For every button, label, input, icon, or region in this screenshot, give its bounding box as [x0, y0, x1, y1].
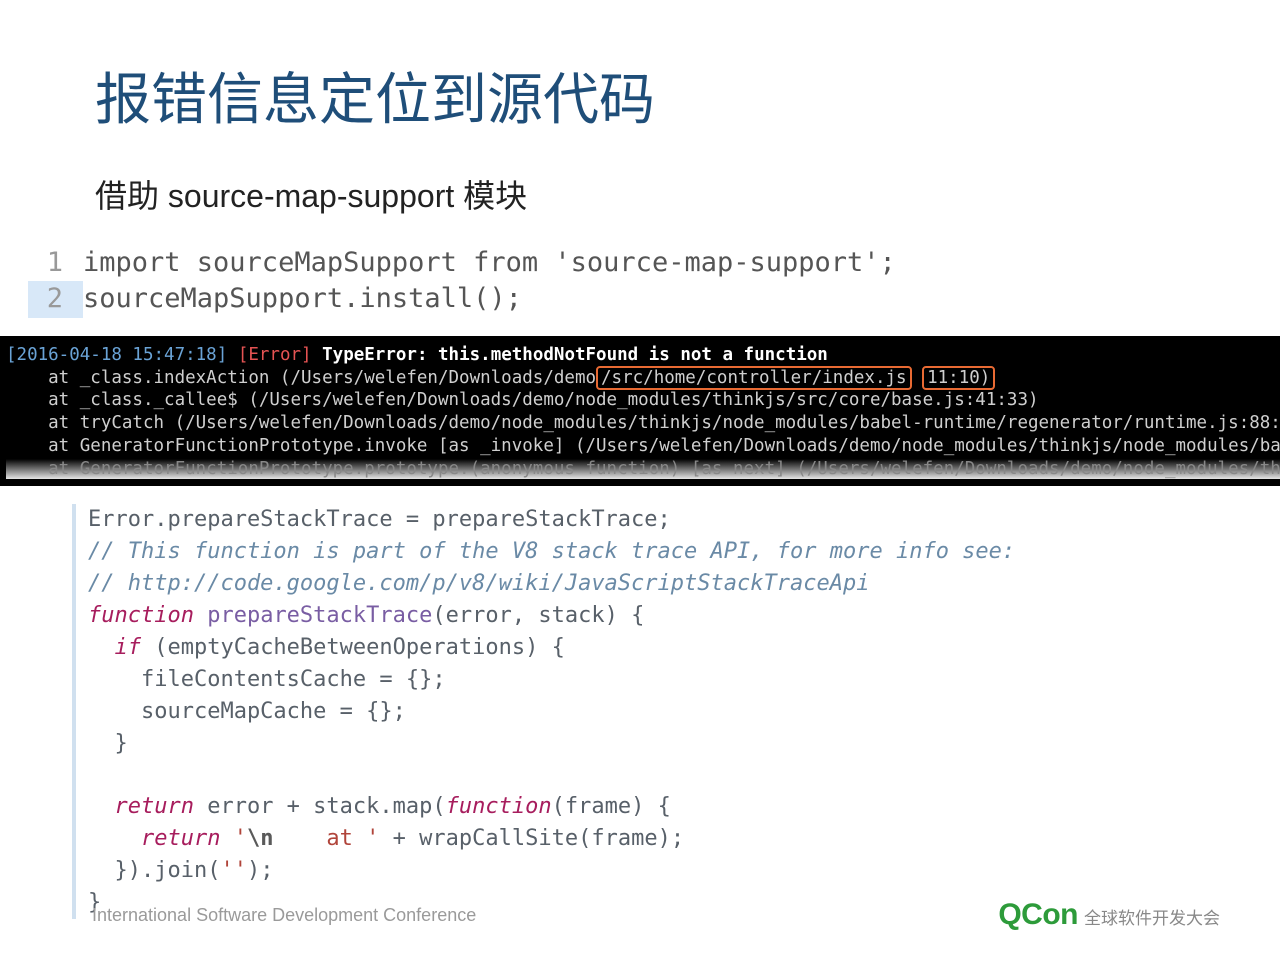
footer-brand: QCon 全球软件开发大会: [998, 898, 1220, 932]
keyword: function: [446, 794, 552, 819]
string-quote: ': [366, 826, 379, 851]
code-text: sourceMapSupport.install();: [83, 281, 522, 317]
slide-subtitle: 借助 source-map-support 模块: [0, 136, 1280, 217]
slide: 报错信息定位到源代码 借助 source-map-support 模块 1 im…: [0, 0, 1280, 960]
error-message: TypeError: this.methodNotFound is not a …: [322, 345, 828, 365]
comment-line: // http://code.google.com/p/v8/wiki/Java…: [88, 571, 869, 596]
string-literal: at: [273, 826, 366, 851]
code-text: [220, 826, 233, 851]
comment-line: // This function is part of the V8 stack…: [88, 539, 1015, 564]
code-text: }).join(: [88, 858, 220, 883]
highlighted-position: 11:10): [922, 366, 995, 390]
code-line-1: 1 import sourceMapSupport from 'source-m…: [28, 245, 1280, 281]
error-tag: [Error]: [238, 345, 312, 365]
timestamp: [2016-04-18 15:47:18]: [6, 345, 227, 365]
code-text: error + stack.map(: [194, 794, 446, 819]
import-code-block: 1 import sourceMapSupport from 'source-m…: [0, 245, 1280, 318]
highlighted-path: /src/home/controller/index.js: [596, 366, 912, 390]
stack-line-faded: at GeneratorFunctionPrototype.prototype.…: [6, 459, 1280, 479]
code-text: import sourceMapSupport from 'source-map…: [83, 245, 896, 281]
code-text: fileContentsCache = {};: [88, 667, 446, 692]
code-text: (frame) {: [552, 794, 671, 819]
code-text: );: [247, 858, 274, 883]
footer-conference-name: International Software Development Confe…: [92, 905, 476, 926]
string-literal: '': [220, 858, 247, 883]
stack-line: at tryCatch (/Users/welefen/Downloads/de…: [6, 413, 1280, 433]
code-text: Error.prepareStackTrace = prepareStackTr…: [88, 507, 671, 532]
keyword: function: [88, 603, 194, 628]
slide-footer: International Software Development Confe…: [92, 898, 1220, 932]
string-quote: ': [234, 826, 247, 851]
stack-line: at GeneratorFunctionPrototype.invoke [as…: [6, 436, 1280, 456]
line-number: 2: [28, 281, 83, 317]
source-code-block: Error.prepareStackTrace = prepareStackTr…: [72, 504, 1280, 919]
code-text: + wrapCallSite(frame);: [379, 826, 684, 851]
function-name: prepareStackTrace: [194, 603, 432, 628]
stack-line: at _class._callee$ (/Users/welefen/Downl…: [6, 390, 1039, 410]
escape-char: \n: [247, 826, 274, 851]
code-text: }: [88, 731, 128, 756]
keyword: return: [88, 826, 220, 851]
keyword: return: [88, 794, 194, 819]
terminal-output: [2016-04-18 15:47:18] [Error] TypeError:…: [0, 336, 1280, 487]
code-text: (emptyCacheBetweenOperations) {: [141, 635, 565, 660]
code-line-2: 2 sourceMapSupport.install();: [28, 281, 1280, 317]
slide-title: 报错信息定位到源代码: [0, 0, 1280, 136]
stack-line: at _class.indexAction (/Users/welefen/Do…: [6, 368, 596, 388]
qcon-logo-text: QCon: [998, 898, 1078, 932]
keyword: if: [88, 635, 141, 660]
line-number: 1: [28, 245, 83, 281]
code-text: (error, stack) {: [432, 603, 644, 628]
qcon-subtitle: 全球软件开发大会: [1084, 904, 1220, 929]
code-text: sourceMapCache = {};: [88, 699, 406, 724]
